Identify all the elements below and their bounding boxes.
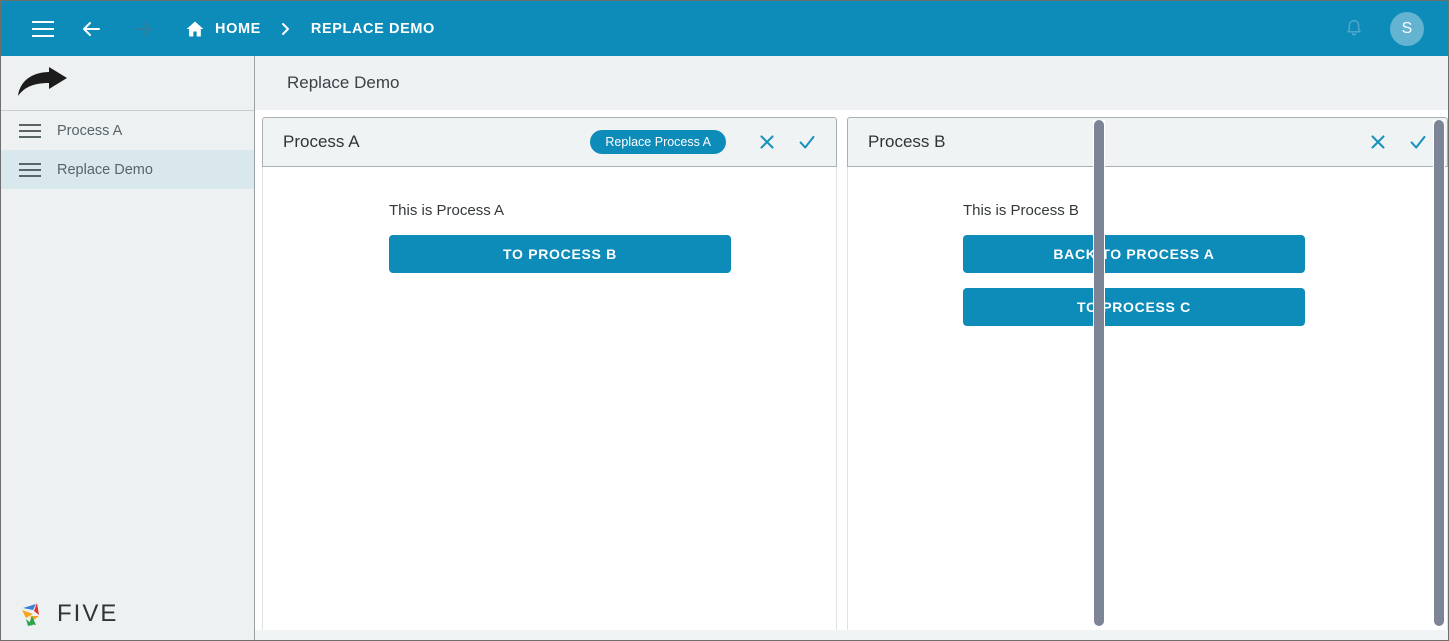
breadcrumb-current-label: REPLACE DEMO bbox=[310, 20, 435, 37]
five-logo-text: FIVE bbox=[57, 600, 119, 627]
navigation-arrows bbox=[71, 9, 163, 49]
main-content: Replace Demo Process A Replace Process A bbox=[255, 56, 1448, 640]
check-icon bbox=[1410, 135, 1426, 149]
page-title: Replace Demo bbox=[287, 73, 400, 92]
panel-a-confirm-button[interactable] bbox=[792, 127, 822, 157]
sidebar-menu: Process A Replace Demo bbox=[1, 111, 254, 189]
forward-button[interactable] bbox=[123, 9, 163, 49]
home-icon bbox=[186, 21, 204, 36]
application-body: Process A Replace Demo FIVE Replace Demo… bbox=[1, 56, 1448, 640]
back-button[interactable] bbox=[71, 9, 111, 49]
panel-a-header: Process A Replace Process A bbox=[262, 117, 837, 167]
sidebar-header bbox=[1, 56, 254, 111]
sidebar-footer: FIVE bbox=[1, 588, 254, 640]
close-icon bbox=[760, 135, 774, 149]
topbar-left-group: HOME REPLACE DEMO bbox=[23, 9, 1334, 49]
panel-b-confirm-button[interactable] bbox=[1403, 127, 1433, 157]
topbar-right-group: S bbox=[1334, 9, 1430, 49]
panel-a-close-button[interactable] bbox=[752, 127, 782, 157]
panel-b-scrollbar[interactable] bbox=[1433, 120, 1445, 626]
list-icon bbox=[19, 123, 41, 138]
panel-b-scrollbar-thumb[interactable] bbox=[1434, 120, 1444, 626]
panels-container: Process A Replace Process A This is Proc… bbox=[255, 110, 1448, 640]
application-window: HOME REPLACE DEMO S Process A Replace De… bbox=[0, 0, 1449, 641]
bell-icon bbox=[1347, 19, 1361, 35]
breadcrumb: HOME REPLACE DEMO bbox=[185, 19, 435, 39]
panel-b-body: This is Process B BACK TO PROCESS A TO P… bbox=[847, 167, 1448, 640]
avatar[interactable]: S bbox=[1390, 11, 1424, 46]
horizontal-scroll-strip[interactable] bbox=[255, 630, 1448, 640]
five-pinwheel-icon bbox=[22, 603, 39, 626]
panel-process-a: Process A Replace Process A This is Proc… bbox=[255, 110, 837, 640]
panel-b-title: Process B bbox=[868, 132, 946, 151]
breadcrumb-home[interactable]: HOME bbox=[185, 19, 261, 39]
notifications-button[interactable] bbox=[1334, 9, 1374, 49]
panel-a-title: Process A bbox=[283, 132, 360, 151]
arrow-left-icon bbox=[83, 21, 100, 36]
chevron-right-icon bbox=[281, 22, 289, 35]
panel-process-b: Process B This is Process B BACK TO PROC… bbox=[837, 110, 1448, 640]
panel-b-header: Process B bbox=[847, 117, 1448, 167]
panel-b-description: This is Process B bbox=[963, 202, 1079, 219]
sidebar-item-process-a[interactable]: Process A bbox=[1, 111, 254, 150]
hamburger-icon bbox=[32, 20, 54, 37]
back-to-process-a-button[interactable]: BACK TO PROCESS A bbox=[963, 235, 1305, 273]
to-process-c-button[interactable]: TO PROCESS C bbox=[963, 288, 1305, 326]
panel-a-scrollbar[interactable] bbox=[1093, 120, 1105, 626]
panel-b-form: This is Process B BACK TO PROCESS A TO P… bbox=[963, 202, 1305, 326]
hamburger-menu-button[interactable] bbox=[23, 9, 63, 49]
sidebar: Process A Replace Demo FIVE bbox=[1, 56, 255, 640]
replace-process-a-button[interactable]: Replace Process A bbox=[590, 130, 726, 154]
panel-a-form: This is Process A TO PROCESS B bbox=[389, 202, 731, 273]
breadcrumb-separator bbox=[279, 21, 293, 37]
arrow-right-icon bbox=[134, 21, 151, 36]
panel-b-close-button[interactable] bbox=[1363, 127, 1393, 157]
to-process-b-button[interactable]: TO PROCESS B bbox=[389, 235, 731, 273]
close-icon bbox=[1371, 135, 1385, 149]
list-icon bbox=[19, 162, 41, 177]
page-title-bar: Replace Demo bbox=[255, 56, 1448, 110]
panel-a-description: This is Process A bbox=[389, 202, 505, 219]
curved-arrow-icon bbox=[18, 67, 67, 96]
panel-a-body: This is Process A TO PROCESS B bbox=[262, 167, 837, 640]
sidebar-item-label: Process A bbox=[57, 122, 123, 139]
top-navigation-bar: HOME REPLACE DEMO S bbox=[1, 1, 1448, 56]
breadcrumb-home-label: HOME bbox=[215, 20, 261, 37]
check-icon bbox=[799, 135, 815, 149]
panel-a-scrollbar-thumb[interactable] bbox=[1094, 120, 1104, 626]
sidebar-item-replace-demo[interactable]: Replace Demo bbox=[1, 150, 254, 189]
avatar-initial: S bbox=[1401, 19, 1413, 37]
sidebar-item-label: Replace Demo bbox=[57, 161, 153, 178]
